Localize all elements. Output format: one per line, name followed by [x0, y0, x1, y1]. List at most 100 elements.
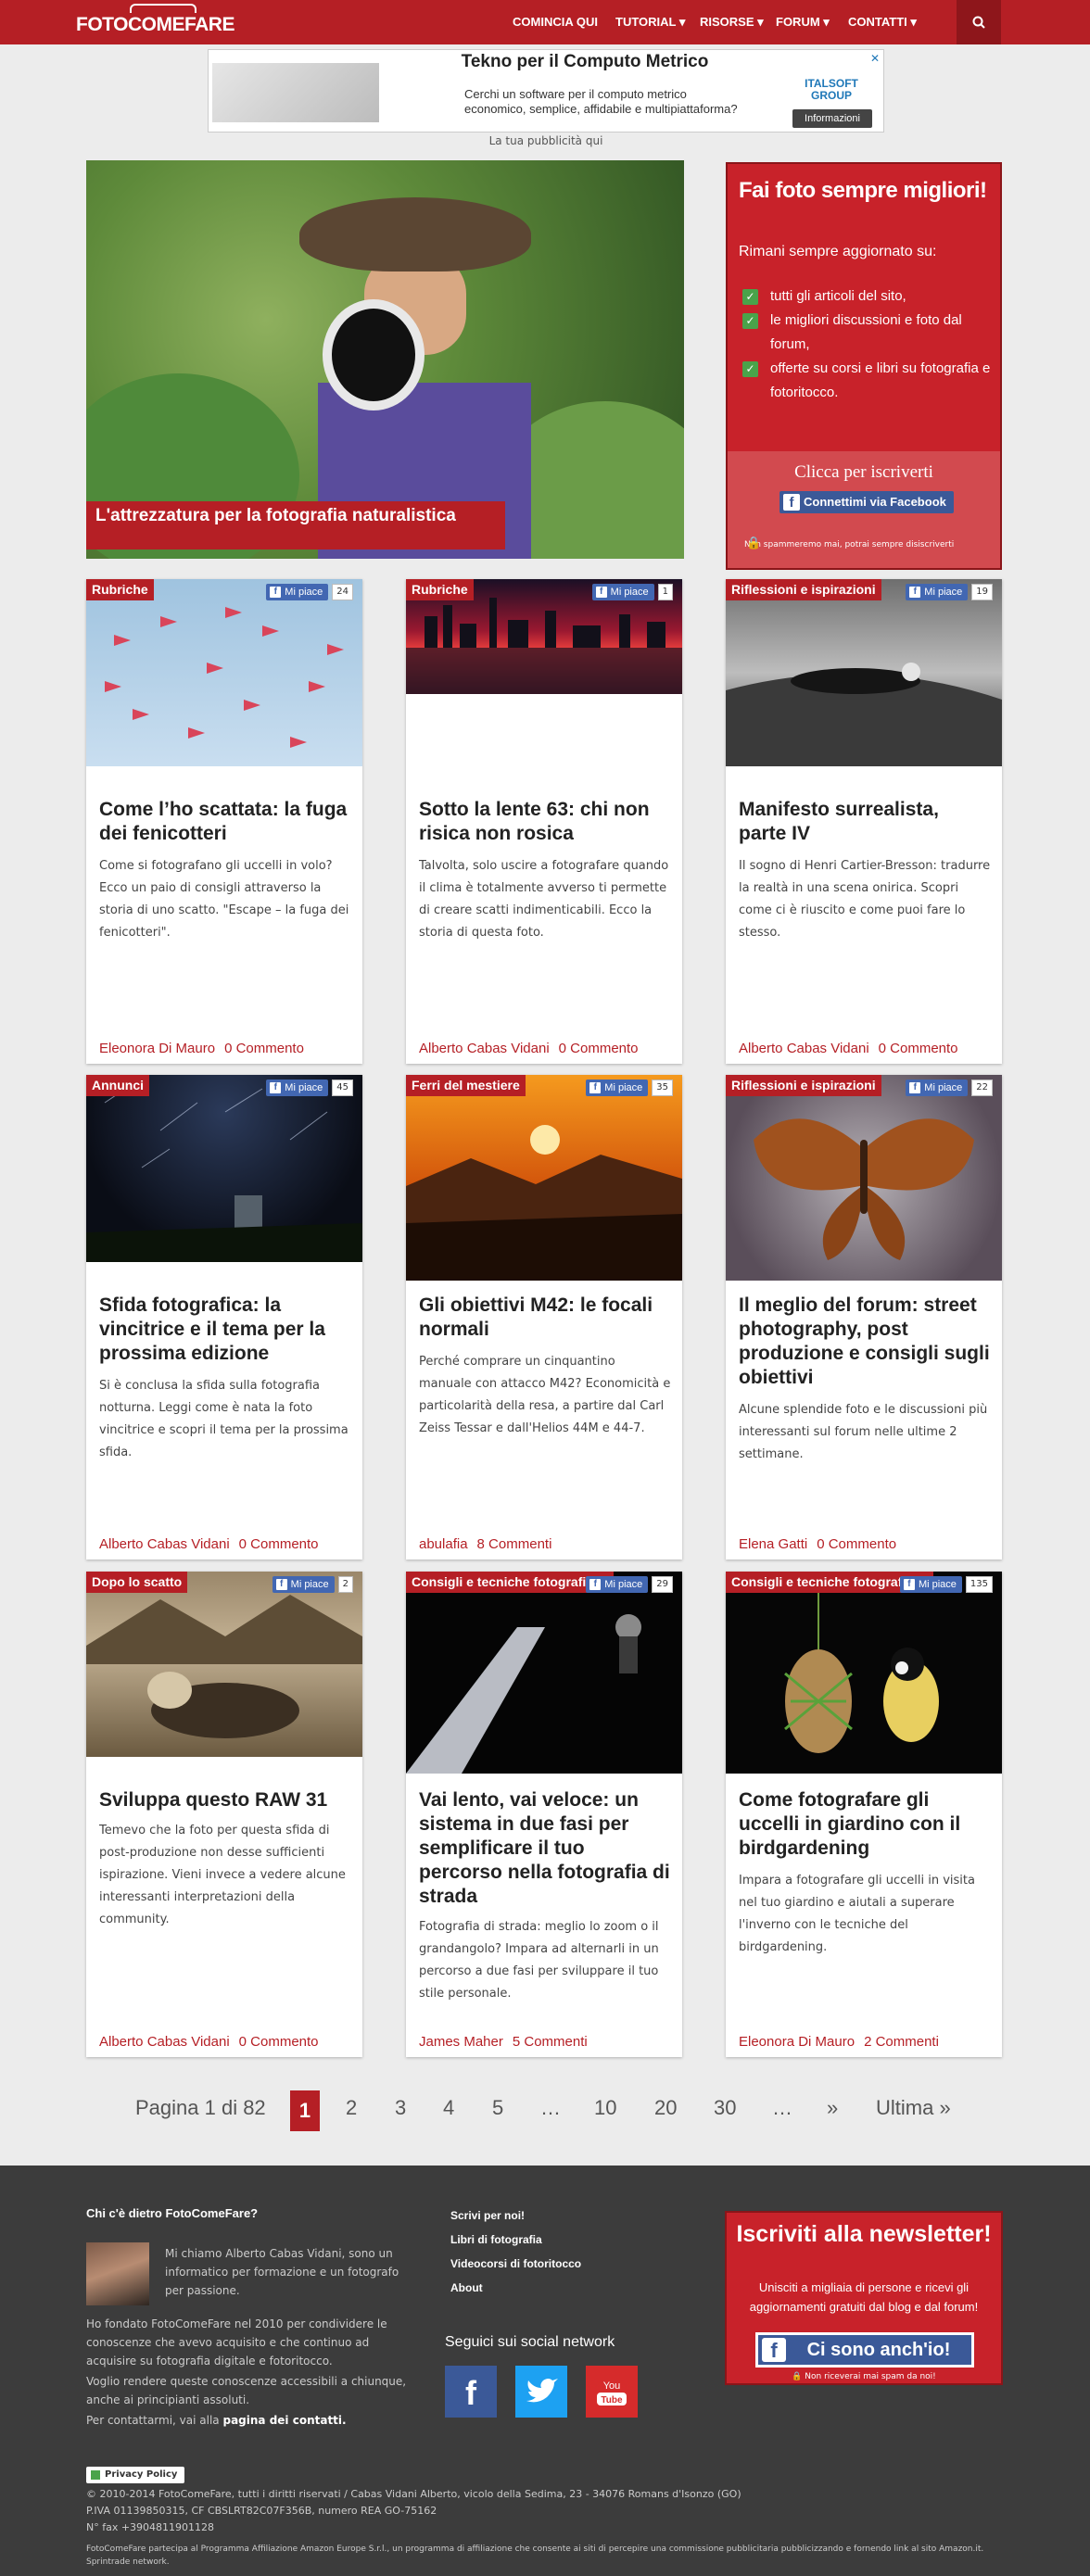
- facebook-icon[interactable]: f: [445, 2366, 497, 2418]
- like-button[interactable]: f Mi piace: [906, 1080, 969, 1096]
- nav-contatti[interactable]: CONTATTI ▾: [848, 15, 917, 30]
- article-card[interactable]: Consigli e tecniche fotografiche f Mi pia…: [406, 1572, 682, 2057]
- category-badge[interactable]: Consigli e tecniche fotografiche: [406, 1572, 615, 1593]
- facebook-like[interactable]: f Mi piace 19: [906, 584, 993, 600]
- ad-banner[interactable]: Tekno per il Computo Metrico Cerchi un s…: [208, 49, 884, 133]
- category-badge[interactable]: Annunci: [86, 1075, 149, 1096]
- article-thumbnail[interactable]: [726, 1075, 1002, 1281]
- article-card[interactable]: Ferri del mestiere f Mi piace 35 Gli obiet…: [406, 1075, 682, 1559]
- footer-link-scrivi[interactable]: Scrivi per noi!: [450, 2209, 581, 2233]
- category-badge[interactable]: Rubriche: [406, 579, 474, 600]
- article-thumbnail[interactable]: [726, 1572, 1002, 1774]
- article-title[interactable]: Sviluppa questo RAW 31: [99, 1788, 351, 1812]
- like-button[interactable]: f Mi piace: [586, 1080, 649, 1096]
- article-title[interactable]: Il meglio del forum: street photography,…: [739, 1294, 991, 1390]
- article-author[interactable]: James Maher: [419, 2034, 503, 2050]
- article-comments[interactable]: 0 Commento: [239, 1536, 319, 1552]
- youtube-icon[interactable]: You Tube: [586, 2366, 638, 2418]
- article-author[interactable]: Elena Gatti: [739, 1536, 807, 1552]
- ad-note[interactable]: La tua pubblicità qui: [208, 134, 884, 147]
- twitter-icon[interactable]: [515, 2366, 567, 2418]
- article-title[interactable]: Vai lento, vai veloce: un sistema in due…: [419, 1788, 671, 1909]
- footer-link-videocorsi[interactable]: Videocorsi di fotoritocco: [450, 2257, 581, 2281]
- facebook-like[interactable]: f Mi piace 1: [591, 584, 673, 600]
- ad-close-icon[interactable]: ✕: [868, 52, 881, 65]
- page-link[interactable]: 2: [346, 2096, 357, 2120]
- like-button[interactable]: f Mi piace: [266, 584, 329, 600]
- article-thumbnail[interactable]: [726, 579, 1002, 766]
- article-card[interactable]: Riflessioni e ispirazioni f Mi piace 22 Il…: [726, 1075, 1002, 1559]
- facebook-like[interactable]: f Mi piace 2: [272, 1576, 353, 1593]
- site-logo[interactable]: FOTOCOMEFARE: [76, 4, 261, 35]
- article-thumbnail[interactable]: [86, 579, 362, 766]
- article-author[interactable]: Alberto Cabas Vidani: [99, 2034, 230, 2050]
- category-badge[interactable]: Rubriche: [86, 579, 154, 600]
- article-card[interactable]: Dopo lo scatto f Mi piace 2 Sviluppa quest…: [86, 1572, 362, 2057]
- category-badge[interactable]: Riflessioni e ispirazioni: [726, 1075, 881, 1096]
- article-comments[interactable]: 5 Commenti: [513, 2034, 588, 2050]
- page-link[interactable]: 20: [654, 2096, 677, 2120]
- page-link[interactable]: 5: [492, 2096, 503, 2120]
- like-button[interactable]: f Mi piace: [591, 584, 654, 600]
- like-button[interactable]: f Mi piace: [899, 1576, 962, 1593]
- article-comments[interactable]: 0 Commento: [879, 1041, 958, 1056]
- facebook-like[interactable]: f Mi piace 29: [586, 1576, 673, 1593]
- article-comments[interactable]: 0 Commento: [817, 1536, 896, 1552]
- article-author[interactable]: Alberto Cabas Vidani: [419, 1041, 550, 1056]
- article-title[interactable]: Sotto la lente 63: chi non risica non ro…: [419, 798, 671, 846]
- article-card[interactable]: Consigli e tecniche fotografiche f Mi pia…: [726, 1572, 1002, 2057]
- facebook-like[interactable]: f Mi piace 135: [899, 1576, 993, 1593]
- nav-forum[interactable]: FORUM ▾: [776, 15, 830, 30]
- nav-comincia-qui[interactable]: COMINCIA QUI: [513, 15, 598, 29]
- article-author[interactable]: Alberto Cabas Vidani: [739, 1041, 869, 1056]
- page-last-link[interactable]: Ultima »: [876, 2096, 951, 2120]
- page-next-link[interactable]: »: [827, 2096, 838, 2120]
- article-thumbnail[interactable]: [86, 1075, 362, 1262]
- article-title[interactable]: Gli obiettivi M42: le focali normali: [419, 1294, 671, 1342]
- article-comments[interactable]: 0 Commento: [239, 2034, 319, 2050]
- article-comments[interactable]: 2 Commenti: [864, 2034, 939, 2050]
- article-title[interactable]: Come l’ho scattata: la fuga dei fenicott…: [99, 798, 351, 846]
- page-link[interactable]: 10: [594, 2096, 616, 2120]
- featured-title[interactable]: L'attrezzatura per la fotografia natural…: [86, 501, 505, 549]
- page-link[interactable]: 3: [395, 2096, 406, 2120]
- article-thumbnail[interactable]: [406, 1572, 682, 1774]
- article-comments[interactable]: 8 Commenti: [477, 1536, 552, 1552]
- search-button[interactable]: [957, 0, 1001, 44]
- footer-link-libri[interactable]: Libri di fotografia: [450, 2233, 581, 2257]
- article-comments[interactable]: 0 Commento: [224, 1041, 304, 1056]
- nav-tutorial[interactable]: TUTORIAL ▾: [615, 15, 685, 30]
- featured-article[interactable]: L'attrezzatura per la fotografia natural…: [86, 160, 684, 559]
- article-thumbnail[interactable]: [406, 1075, 682, 1281]
- contact-page-link[interactable]: pagina dei contatti.: [222, 2414, 346, 2427]
- article-comments[interactable]: 0 Commento: [559, 1041, 639, 1056]
- nav-risorse[interactable]: RISORSE ▾: [700, 15, 764, 30]
- facebook-like[interactable]: f Mi piace 45: [266, 1080, 353, 1096]
- article-author[interactable]: Alberto Cabas Vidani: [99, 1536, 230, 1552]
- article-author[interactable]: Eleonora Di Mauro: [99, 1041, 215, 1056]
- article-card[interactable]: Annunci f Mi piace 45 Sfida fotografica: l…: [86, 1075, 362, 1559]
- like-button[interactable]: f Mi piace: [272, 1576, 335, 1593]
- article-title[interactable]: Manifesto surrealista, parte IV: [739, 798, 991, 846]
- facebook-connect-button[interactable]: f Connettimi via Facebook: [779, 491, 954, 513]
- newsletter-facebook-button[interactable]: f Ci sono anch'io!: [755, 2332, 974, 2368]
- category-badge[interactable]: Dopo lo scatto: [86, 1572, 188, 1593]
- article-card[interactable]: Riflessioni e ispirazioni f Mi piace 19 Ma…: [726, 579, 1002, 1064]
- ad-info-button[interactable]: Informazioni: [792, 109, 872, 128]
- article-card[interactable]: Rubriche f Mi piace 24 Come l’ho scattata:…: [86, 579, 362, 1064]
- article-author[interactable]: abulafia: [419, 1536, 468, 1552]
- article-card[interactable]: Rubriche f Mi piace 1 Sotto la lente 63: c…: [406, 579, 682, 1064]
- like-button[interactable]: f Mi piace: [266, 1080, 329, 1096]
- article-title[interactable]: Come fotografare gli uccelli in giardino…: [739, 1788, 991, 1861]
- like-button[interactable]: f Mi piace: [906, 584, 969, 600]
- article-thumbnail[interactable]: [86, 1572, 362, 1757]
- facebook-like[interactable]: f Mi piace 22: [906, 1080, 993, 1096]
- ad-title[interactable]: Tekno per il Computo Metrico: [390, 52, 779, 72]
- category-badge[interactable]: Riflessioni e ispirazioni: [726, 579, 881, 600]
- facebook-like[interactable]: f Mi piace 35: [586, 1080, 673, 1096]
- page-link[interactable]: 30: [714, 2096, 736, 2120]
- category-badge[interactable]: Ferri del mestiere: [406, 1075, 526, 1096]
- article-author[interactable]: Eleonora Di Mauro: [739, 2034, 855, 2050]
- page-link[interactable]: 4: [443, 2096, 454, 2120]
- like-button[interactable]: f Mi piace: [586, 1576, 649, 1593]
